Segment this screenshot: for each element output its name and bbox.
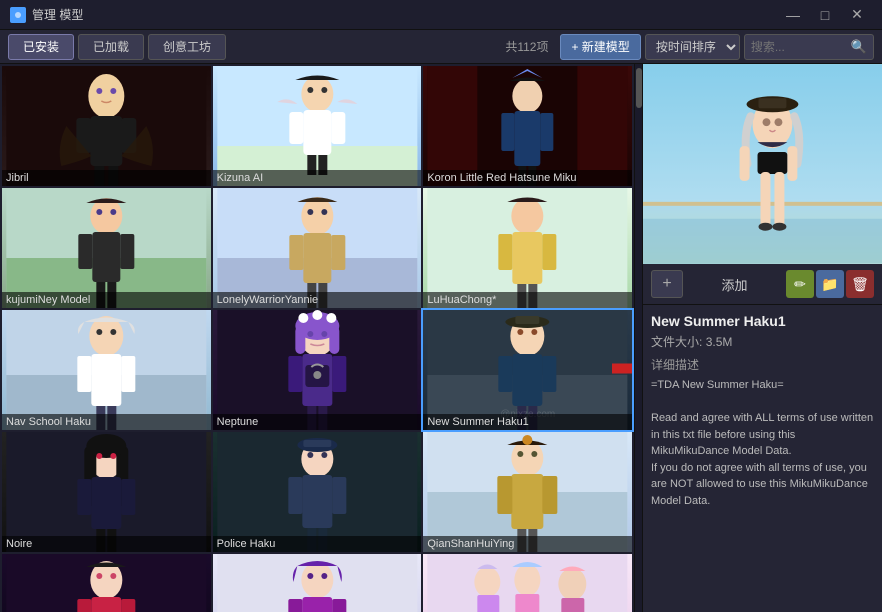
main-content: Jibril	[0, 64, 882, 612]
model-label-neptune: Neptune	[213, 414, 422, 430]
model-desc-label: 详细描述	[651, 356, 874, 373]
model-card-qianshan[interactable]: QianShanHuiYing	[423, 432, 632, 552]
action-bar: + 添加 ✏ 📁 🗑	[643, 264, 882, 305]
new-model-button[interactable]: + 新建模型	[560, 34, 640, 60]
model-label-noire: Noire	[2, 536, 211, 552]
model-card-kizuna[interactable]: Kizuna AI	[213, 66, 422, 186]
model-name: New Summer Haku1	[651, 313, 874, 329]
edit-icon: ✏	[794, 276, 806, 293]
window-controls: — □ ✕	[778, 5, 872, 25]
model-label-police: Police Haku	[213, 536, 422, 552]
model-card-police[interactable]: Police Haku	[213, 432, 422, 552]
model-card-nav[interactable]: Nav School Haku	[2, 310, 211, 430]
model-card-neptune[interactable]: Neptune	[213, 310, 422, 430]
folder-button[interactable]: 📁	[816, 270, 844, 298]
app-icon	[10, 7, 26, 23]
tab-loaded[interactable]: 已加载	[78, 34, 144, 60]
model-label-lonely: LonelyWarriorYannie	[213, 292, 422, 308]
model-label-jibril: Jibril	[2, 170, 211, 186]
titlebar: 管理 模型 — □ ✕	[0, 0, 882, 30]
action-buttons: ✏ 📁 🗑	[786, 270, 874, 298]
model-info: New Summer Haku1 文件大小: 3.5M 详细描述 =TDA Ne…	[643, 305, 882, 612]
model-label-qianshan: QianShanHuiYing	[423, 536, 632, 552]
model-label-haku: New Summer Haku1	[423, 414, 632, 430]
model-card-lonely[interactable]: LonelyWarriorYannie	[213, 188, 422, 308]
model-grid: Jibril	[0, 64, 634, 612]
model-card-jibril[interactable]: Jibril	[2, 66, 211, 186]
model-label-koron: Koron Little Red Hatsune Miku	[423, 170, 632, 186]
model-label-luhua: LuHuaChong*	[423, 292, 632, 308]
close-button[interactable]: ✕	[842, 5, 872, 25]
toolbar: 已安装 已加载 创意工坊 共112项 + 新建模型 按时间排序 🔍	[0, 30, 882, 64]
model-count: 共112项	[505, 38, 548, 55]
minimize-button[interactable]: —	[778, 5, 808, 25]
delete-button[interactable]: 🗑	[846, 270, 874, 298]
main-window: 管理 模型 — □ ✕ 已安装 已加载 创意工坊 共112项 + 新建模型 按时…	[0, 0, 882, 612]
search-input[interactable]	[751, 40, 851, 54]
sort-dropdown[interactable]: 按时间排序	[645, 34, 740, 60]
maximize-button[interactable]: □	[810, 5, 840, 25]
search-icon: 🔍	[851, 39, 867, 55]
model-card-haku[interactable]: @nixze.com New Summer Haku1	[423, 310, 632, 430]
edit-button[interactable]: ✏	[786, 270, 814, 298]
tab-workshop[interactable]: 创意工坊	[148, 34, 226, 60]
model-label-kujumi: kujumiNey Model	[2, 292, 211, 308]
add-button[interactable]: +	[651, 270, 683, 298]
folder-icon: 📁	[821, 276, 838, 293]
model-card-qipao[interactable]: QipaoHaku	[2, 554, 211, 612]
model-desc-content: =TDA New Summer Haku= Read and agree wit…	[651, 377, 874, 509]
model-list-area: Jibril	[0, 64, 642, 612]
model-preview	[643, 64, 882, 264]
scroll-thumb[interactable]	[636, 68, 642, 108]
model-list-scrollbar[interactable]	[634, 64, 642, 612]
model-card-luhua[interactable]: LuHuaChong*	[423, 188, 632, 308]
delete-icon: 🗑	[851, 276, 869, 293]
tab-installed[interactable]: 已安装	[8, 34, 74, 60]
model-label-nav: Nav School Haku	[2, 414, 211, 430]
model-card-noire[interactable]: Noire	[2, 432, 211, 552]
model-card-racing[interactable]: RacingBikiniHaku	[423, 554, 632, 612]
right-panel: + 添加 ✏ 📁 🗑 New Summer Haku1	[642, 64, 882, 612]
model-label-kizuna: Kizuna AI	[213, 170, 422, 186]
add-label: 添加	[687, 275, 782, 294]
model-card-kujumi[interactable]: kujumiNey Model	[2, 188, 211, 308]
search-box: 🔍	[744, 34, 874, 60]
model-size: 文件大小: 3.5M	[651, 333, 874, 350]
model-card-qipao-long[interactable]: QipaoHakuLongHairPurple2	[213, 554, 422, 612]
window-title: 管理 模型	[32, 6, 778, 23]
model-card-koron[interactable]: Koron Little Red Hatsune Miku	[423, 66, 632, 186]
